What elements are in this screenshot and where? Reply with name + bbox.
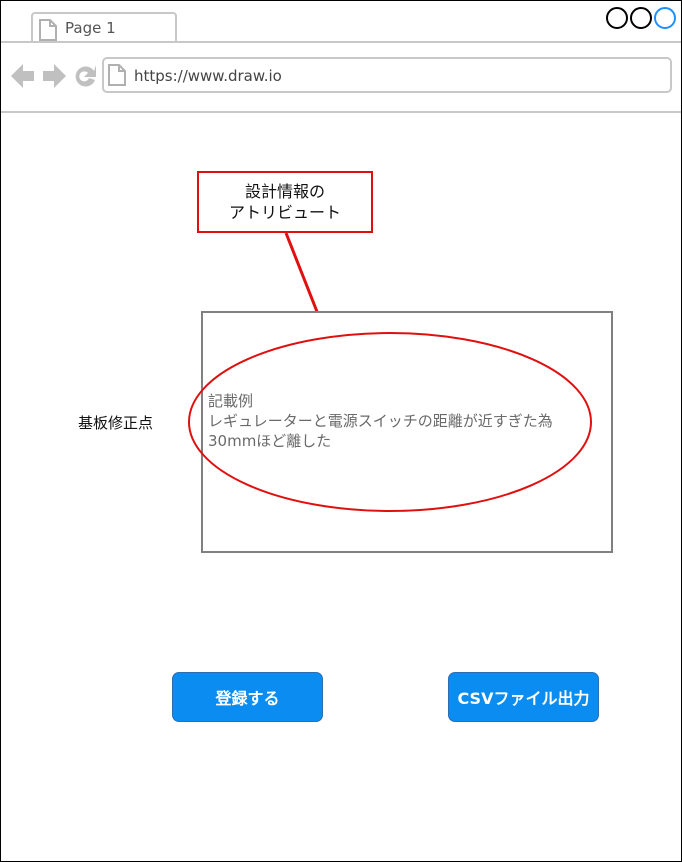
example-line-2: レギュレーターと電源スイッチの距離が近すぎた為	[208, 412, 553, 430]
example-line-3: 30mmほど離した	[208, 432, 332, 450]
register-button[interactable]: 登録する	[172, 672, 323, 722]
browser-window: Page 1 https://www.draw.io 設計情報の アトリビュート…	[0, 0, 682, 862]
textarea-example-text: 記載例 レギュレーターと電源スイッチの距離が近すぎた為 30mmほど離した	[208, 391, 553, 451]
csv-export-button[interactable]: CSVファイル出力	[448, 672, 599, 722]
example-line-1: 記載例	[208, 392, 254, 410]
